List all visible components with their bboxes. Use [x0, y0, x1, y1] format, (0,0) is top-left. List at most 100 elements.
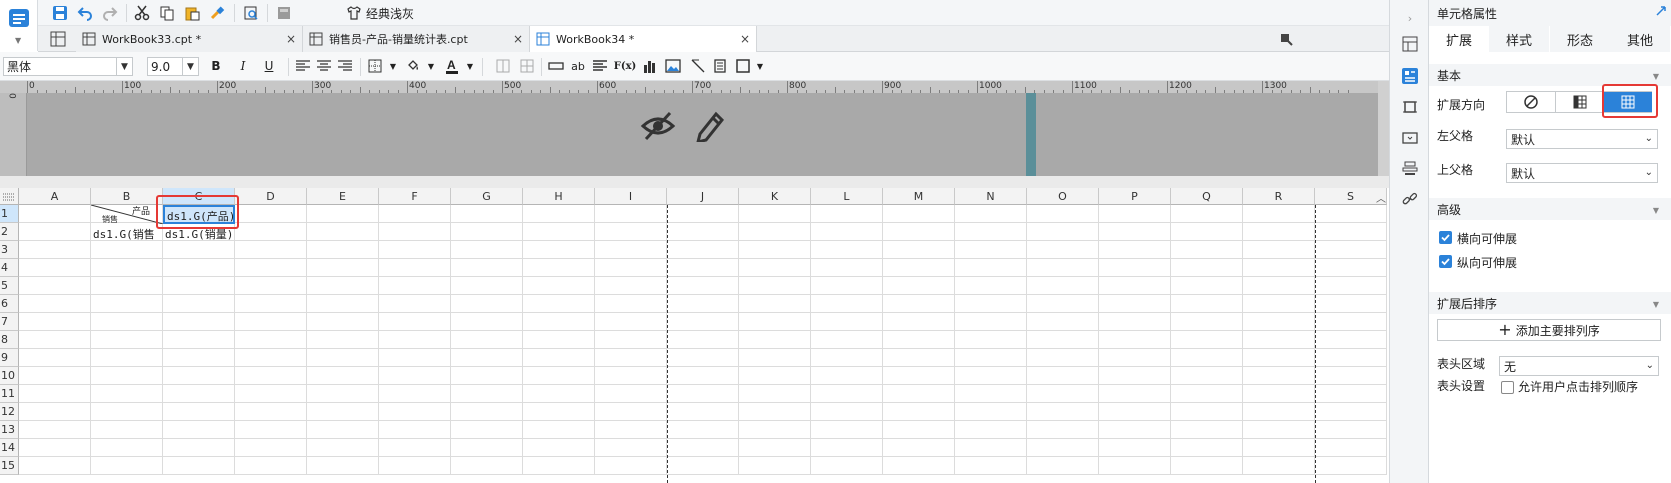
panel-tab-form[interactable]: 形态 — [1550, 26, 1610, 52]
column-header-a[interactable]: A — [19, 188, 91, 205]
cell-o10[interactable] — [1027, 367, 1099, 385]
top-parent-select[interactable]: 默认 ⌄ — [1506, 163, 1658, 183]
cell-q6[interactable] — [1171, 295, 1243, 313]
cell-d12[interactable] — [235, 403, 307, 421]
cell-s2[interactable] — [1315, 223, 1387, 241]
cell-m12[interactable] — [883, 403, 955, 421]
cell-d1[interactable] — [235, 205, 307, 223]
column-header-k[interactable]: K — [739, 188, 811, 205]
cell-j5[interactable] — [667, 277, 739, 295]
cell-k3[interactable] — [739, 241, 811, 259]
font-size-select[interactable]: 9.0 ▼ — [147, 57, 199, 76]
cell-a14[interactable] — [19, 439, 91, 457]
template-icon[interactable] — [274, 3, 294, 23]
chevron-down-icon[interactable]: ▼ — [422, 57, 440, 75]
page-splitter[interactable] — [1026, 93, 1036, 176]
cell-r15[interactable] — [1243, 457, 1315, 475]
fill-color-icon[interactable] — [404, 57, 422, 75]
cell-j9[interactable] — [667, 349, 739, 367]
cell-l5[interactable] — [811, 277, 883, 295]
cell-p9[interactable] — [1099, 349, 1171, 367]
cell-m11[interactable] — [883, 385, 955, 403]
cell-b15[interactable] — [91, 457, 163, 475]
unmerge-cells-icon[interactable] — [518, 57, 536, 75]
cell-o13[interactable] — [1027, 421, 1099, 439]
cell-b6[interactable] — [91, 295, 163, 313]
cell-f14[interactable] — [379, 439, 451, 457]
cell-r3[interactable] — [1243, 241, 1315, 259]
horizontal-expand-checkbox[interactable] — [1439, 231, 1452, 244]
cell-n6[interactable] — [955, 295, 1027, 313]
cell-g13[interactable] — [451, 421, 523, 439]
row-header-14[interactable]: 14 — [0, 439, 19, 457]
column-header-j[interactable]: J — [667, 188, 739, 205]
cell-o1[interactable] — [1027, 205, 1099, 223]
cell-q13[interactable] — [1171, 421, 1243, 439]
undo-icon[interactable] — [75, 3, 95, 23]
cell-i14[interactable] — [595, 439, 667, 457]
cell-r14[interactable] — [1243, 439, 1315, 457]
column-header-g[interactable]: G — [451, 188, 523, 205]
cell-q1[interactable] — [1171, 205, 1243, 223]
cell-l4[interactable] — [811, 259, 883, 277]
cell-q7[interactable] — [1171, 313, 1243, 331]
cell-o7[interactable] — [1027, 313, 1099, 331]
tab-close-icon[interactable]: × — [513, 32, 523, 46]
underline-button[interactable]: U — [260, 57, 278, 75]
sub-report-icon[interactable] — [711, 57, 729, 75]
cell-a6[interactable] — [19, 295, 91, 313]
cell-h7[interactable] — [523, 313, 595, 331]
column-header-q[interactable]: Q — [1171, 188, 1243, 205]
cell-a1[interactable] — [19, 205, 91, 223]
vertical-expand-checkbox[interactable] — [1439, 255, 1452, 268]
cell-a12[interactable] — [19, 403, 91, 421]
cell-g7[interactable] — [451, 313, 523, 331]
cell-k10[interactable] — [739, 367, 811, 385]
align-left-icon[interactable] — [294, 57, 312, 75]
tab-close-icon[interactable]: × — [740, 32, 750, 46]
tab-workbook34[interactable]: WorkBook34 * × — [530, 26, 757, 52]
column-header-d[interactable]: D — [235, 188, 307, 205]
select-all-corner[interactable] — [0, 188, 19, 205]
cell-c13[interactable] — [163, 421, 235, 439]
cell-g3[interactable] — [451, 241, 523, 259]
cell-s1[interactable] — [1315, 205, 1387, 223]
cell-g6[interactable] — [451, 295, 523, 313]
cell-m1[interactable] — [883, 205, 955, 223]
save-icon[interactable] — [50, 3, 70, 23]
row-header-5[interactable]: 5 — [0, 277, 19, 295]
tab-sales-report[interactable]: 销售员-产品-销量统计表.cpt × — [303, 26, 530, 52]
panel-tab-expand[interactable]: 扩展 — [1429, 26, 1489, 52]
cell-n14[interactable] — [955, 439, 1027, 457]
cell-f2[interactable] — [379, 223, 451, 241]
cell-f9[interactable] — [379, 349, 451, 367]
cell-e4[interactable] — [307, 259, 379, 277]
cell-j6[interactable] — [667, 295, 739, 313]
column-header-n[interactable]: N — [955, 188, 1027, 205]
frame-icon[interactable] — [1400, 97, 1420, 117]
border-grid-icon[interactable] — [366, 57, 384, 75]
cell-b4[interactable] — [91, 259, 163, 277]
cell-i3[interactable] — [595, 241, 667, 259]
grid-toggle-icon[interactable] — [50, 31, 66, 47]
chevron-down-icon[interactable]: ▼ — [384, 57, 402, 75]
cell-i5[interactable] — [595, 277, 667, 295]
cell-b13[interactable] — [91, 421, 163, 439]
cell-s6[interactable] — [1315, 295, 1387, 313]
cell-d5[interactable] — [235, 277, 307, 295]
cell-f15[interactable] — [379, 457, 451, 475]
cell-g8[interactable] — [451, 331, 523, 349]
cell-k9[interactable] — [739, 349, 811, 367]
cell-k13[interactable] — [739, 421, 811, 439]
chevron-down-icon[interactable]: ▼ — [751, 57, 769, 75]
column-header-i[interactable]: I — [595, 188, 667, 205]
cell-d9[interactable] — [235, 349, 307, 367]
cell-r2[interactable] — [1243, 223, 1315, 241]
cell-i6[interactable] — [595, 295, 667, 313]
cell-i9[interactable] — [595, 349, 667, 367]
cell-a15[interactable] — [19, 457, 91, 475]
panel-tab-other[interactable]: 其他 — [1610, 26, 1670, 52]
cell-e9[interactable] — [307, 349, 379, 367]
cell-r11[interactable] — [1243, 385, 1315, 403]
cell-o11[interactable] — [1027, 385, 1099, 403]
